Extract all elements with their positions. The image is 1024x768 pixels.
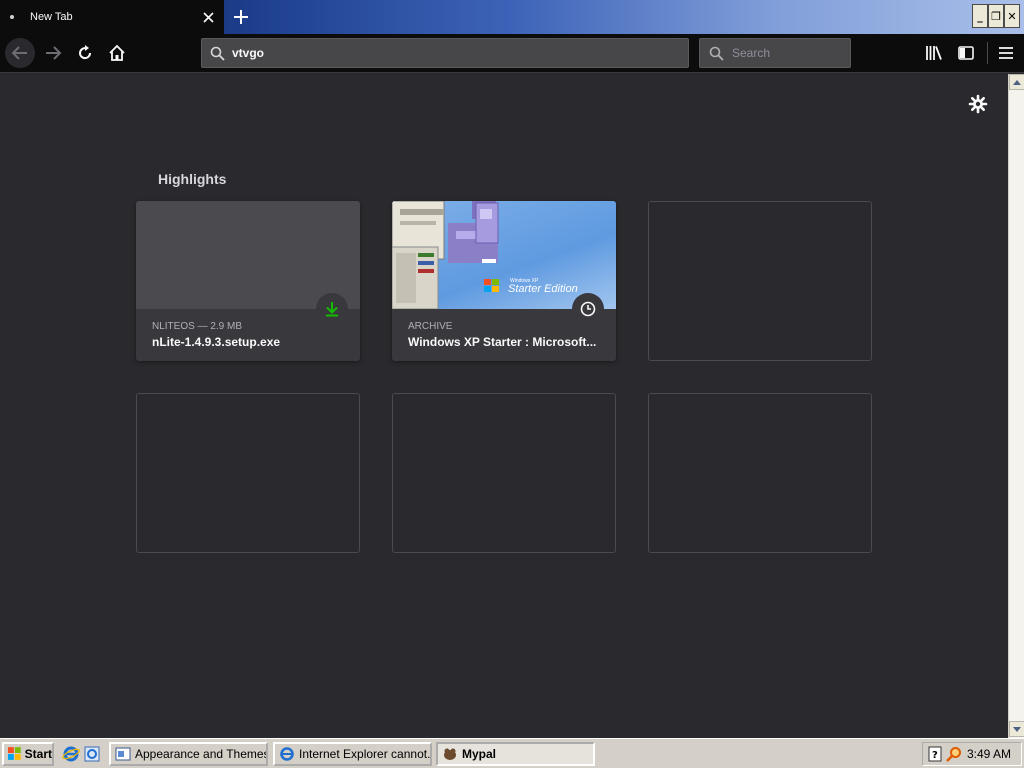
download-icon <box>316 293 348 325</box>
highlight-placeholder <box>136 393 360 553</box>
internet-explorer-icon[interactable] <box>62 745 80 763</box>
card-title: nLite-1.4.9.3.setup.exe <box>152 335 281 349</box>
minimize-button[interactable]: _ <box>972 4 988 28</box>
window-close-button[interactable]: ✕ <box>1004 4 1020 28</box>
gear-icon[interactable] <box>968 94 988 114</box>
navigation-toolbar: vtvgo Search <box>0 34 1024 73</box>
windows-logo-icon <box>7 747 21 760</box>
highlight-card-archive[interactable]: Starter Edition Windows XP ARCHIVE Windo… <box>392 201 616 361</box>
search-assistant-icon[interactable] <box>946 746 962 762</box>
back-button[interactable] <box>5 38 35 68</box>
taskbar-button-appearance-themes[interactable]: Appearance and Themes <box>109 742 268 766</box>
menu-button[interactable] <box>992 38 1020 68</box>
url-bar[interactable]: vtvgo <box>201 38 710 68</box>
toolbar-separator <box>987 42 988 64</box>
highlight-card-download[interactable]: NLITEOS — 2.9 MB nLite-1.4.9.3.setup.exe <box>136 201 360 361</box>
svg-text:Windows XP: Windows XP <box>510 278 539 284</box>
mypal-icon <box>444 748 456 760</box>
tab-close-icon[interactable] <box>198 7 218 27</box>
internet-explorer-icon <box>280 747 294 761</box>
system-tray: ? 3:49 AM <box>922 742 1022 766</box>
new-tab-button[interactable] <box>230 6 252 28</box>
card-context: ARCHIVE <box>408 321 453 332</box>
tab-strip: New Tab _ ❐ ✕ <box>0 0 1024 34</box>
tab-title: New Tab <box>30 11 73 23</box>
clock: 3:49 AM <box>966 747 1011 761</box>
highlight-placeholder <box>648 201 872 361</box>
help-icon[interactable]: ? <box>928 746 942 762</box>
new-tab-page: Highlights NLITEOS — 2.9 MB nLite-1.4.9.… <box>0 74 1008 738</box>
home-button[interactable] <box>102 38 132 68</box>
start-button[interactable]: Start <box>2 742 54 766</box>
history-icon <box>572 293 604 325</box>
card-title: Windows XP Starter : Microsoft... <box>408 335 597 349</box>
scroll-up-icon[interactable] <box>1009 74 1024 90</box>
forward-button[interactable] <box>38 38 68 68</box>
taskbar: Start Appearance and Themes Internet Exp… <box>0 738 1024 768</box>
restore-button[interactable]: ❐ <box>988 4 1004 28</box>
tab-new-tab[interactable]: New Tab <box>0 0 224 34</box>
search-icon <box>700 46 732 61</box>
svg-text:?: ? <box>932 750 938 761</box>
show-desktop-icon[interactable] <box>83 745 101 763</box>
scroll-down-icon[interactable] <box>1009 721 1024 737</box>
url-input-value[interactable]: vtvgo <box>232 46 264 60</box>
taskbar-button-mypal[interactable]: Mypal <box>436 742 595 766</box>
vertical-scrollbar[interactable] <box>1008 74 1024 738</box>
highlights-heading: Highlights <box>158 171 227 187</box>
taskbar-button-label: Mypal <box>462 747 497 761</box>
tab-favicon-icon <box>10 15 14 19</box>
card-context: NLITEOS — 2.9 MB <box>152 321 243 332</box>
control-panel-icon <box>115 747 131 761</box>
start-label: Start <box>24 747 52 761</box>
library-button[interactable] <box>920 38 948 68</box>
highlight-placeholder <box>648 393 872 553</box>
search-bar[interactable]: Search <box>699 38 851 68</box>
reload-button[interactable] <box>70 38 100 68</box>
taskbar-button-label: Internet Explorer cannot... <box>299 747 432 761</box>
thumbnail-overlay-text: Starter Edition <box>508 283 578 295</box>
taskbar-button-internet-explorer[interactable]: Internet Explorer cannot... <box>273 742 432 766</box>
sidebar-toggle-button[interactable] <box>952 38 980 68</box>
search-placeholder: Search <box>732 46 771 60</box>
highlight-placeholder <box>392 393 616 553</box>
taskbar-button-label: Appearance and Themes <box>135 747 268 761</box>
search-icon <box>202 46 232 61</box>
